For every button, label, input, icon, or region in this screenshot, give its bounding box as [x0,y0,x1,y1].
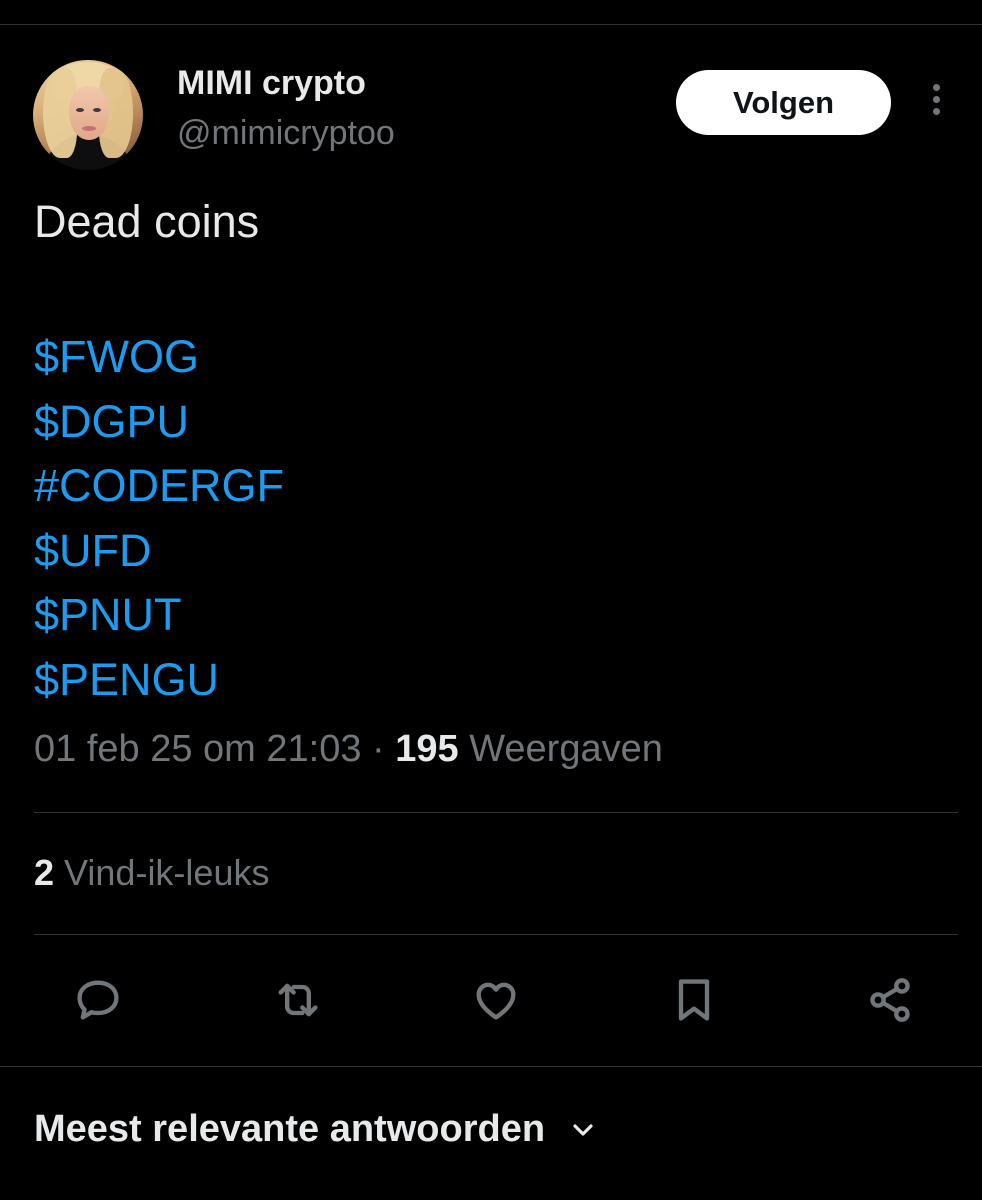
divider [0,1066,982,1067]
divider [34,812,958,813]
ticker-link[interactable]: $UFD [34,519,284,584]
ticker-link[interactable]: $PNUT [34,583,284,648]
views-label: Weergaven [469,728,663,770]
avatar[interactable] [33,60,143,170]
avatar-lips [82,126,96,131]
avatar-eye [76,108,84,112]
ticker-link[interactable]: $PENGU [34,648,284,713]
reply-button[interactable] [68,968,128,1032]
chevron-down-icon [573,1123,593,1136]
user-handle[interactable]: @mimicryptoo [177,114,395,153]
top-divider [0,24,982,25]
ticker-link[interactable]: $DGPU [34,390,284,455]
share-icon [870,978,910,1022]
replies-sort-label: Meest relevante antwoorden [34,1108,546,1150]
bookmark-button[interactable] [664,968,724,1032]
timestamp[interactable]: 01 feb 25 om 21:03 [34,728,361,770]
ticker-list: $FWOG $DGPU #CODERGF $UFD $PNUT $PENGU [34,325,284,713]
like-icon [476,982,516,1020]
follow-button[interactable]: Volgen [676,70,891,135]
bookmark-icon [678,979,710,1021]
avatar-face [69,86,109,140]
share-button[interactable] [860,968,920,1032]
likes-stat[interactable]: 2 Vind-ik-leuks [34,852,269,894]
divider [34,934,958,935]
like-button[interactable] [466,968,526,1032]
meta-separator: · [372,728,385,770]
ticker-link[interactable]: $FWOG [34,325,284,390]
action-bar [0,968,982,1032]
display-name[interactable]: MIMI crypto [177,64,366,103]
more-options-icon[interactable] [924,84,948,124]
hashtag-link[interactable]: #CODERGF [34,454,284,519]
tweet-meta: 01 feb 25 om 21:03 · 195 Weergaven [34,728,663,771]
views-count: 195 [395,728,459,770]
retweet-icon [278,983,318,1017]
retweet-button[interactable] [268,968,328,1032]
likes-count: 2 [34,852,55,893]
tweet-text: Dead coins [34,196,260,247]
reply-icon [77,980,119,1020]
likes-label: Vind-ik-leuks [64,852,270,893]
avatar-eye [93,108,101,112]
replies-sort-dropdown[interactable]: Meest relevante antwoorden [34,1108,599,1151]
